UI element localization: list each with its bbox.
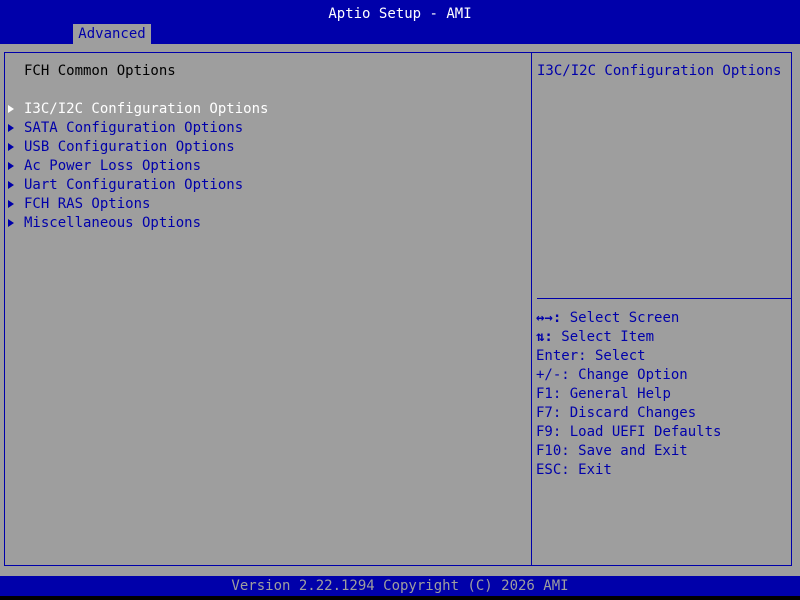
key-hint-exit: ESC: Exit — [536, 461, 790, 480]
menu-item-ac-power-loss[interactable]: Ac Power Loss Options — [0, 157, 528, 176]
key-hint-change-option: +/-: Change Option — [536, 366, 790, 385]
key-action: Discard Changes — [561, 405, 697, 421]
key-name: +/-: — [536, 367, 570, 383]
key-action: Exit — [569, 462, 612, 478]
menu-list: I3C/I2C Configuration Options SATA Confi… — [0, 100, 528, 233]
key-action: Select Screen — [561, 310, 680, 326]
key-name: ESC: — [536, 462, 570, 478]
submenu-arrow-icon — [8, 124, 14, 132]
app-title: Aptio Setup - AMI — [328, 6, 472, 22]
main-panel: FCH Common Options I3C/I2C Configuration… — [0, 44, 800, 576]
tab-advanced[interactable]: Advanced — [73, 24, 151, 44]
status-bar: Version 2.22.1294 Copyright (C) 2026 AMI — [0, 576, 800, 596]
key-hint-discard-changes: F7: Discard Changes — [536, 404, 790, 423]
menu-item-label: I3C/I2C Configuration Options — [24, 101, 269, 117]
menu-item-uart-configuration[interactable]: Uart Configuration Options — [0, 176, 528, 195]
submenu-arrow-icon — [8, 200, 14, 208]
key-hint-select-screen: ↔→: Select Screen — [536, 309, 790, 328]
menu-item-label: SATA Configuration Options — [24, 120, 244, 136]
menu-item-usb-configuration[interactable]: USB Configuration Options — [0, 138, 528, 157]
menu-item-label: Miscellaneous Options — [24, 215, 202, 231]
submenu-arrow-icon — [8, 162, 14, 170]
menu-item-label: FCH RAS Options — [24, 196, 151, 212]
key-action: Load UEFI Defaults — [561, 424, 722, 440]
key-name: ↔→: — [536, 310, 562, 326]
menu-item-fch-ras[interactable]: FCH RAS Options — [0, 195, 528, 214]
key-name: Enter: — [536, 348, 587, 364]
menu-item-label: Ac Power Loss Options — [24, 158, 202, 174]
title-bar: Aptio Setup - AMI Advanced — [0, 0, 800, 44]
key-hint-general-help: F1: General Help — [536, 385, 790, 404]
key-hint-enter: Enter: Select — [536, 347, 790, 366]
submenu-arrow-icon — [8, 219, 14, 227]
menu-item-label: USB Configuration Options — [24, 139, 235, 155]
help-text: I3C/I2C Configuration Options — [537, 63, 782, 79]
version-text: Version 2.22.1294 Copyright (C) 2026 AMI — [231, 578, 569, 594]
section-title: FCH Common Options — [24, 63, 176, 79]
key-legend: ↔→: Select Screen ⇅: Select Item Enter: … — [536, 309, 790, 480]
key-name: ⇅: — [536, 329, 553, 345]
key-action: General Help — [561, 386, 671, 402]
key-name: F7: — [536, 405, 562, 421]
menu-item-sata-configuration[interactable]: SATA Configuration Options — [0, 119, 528, 138]
menu-item-miscellaneous[interactable]: Miscellaneous Options — [0, 214, 528, 233]
menu-item-label: Uart Configuration Options — [24, 177, 244, 193]
help-divider — [537, 298, 791, 299]
key-hint-load-defaults: F9: Load UEFI Defaults — [536, 423, 790, 442]
key-action: Select Item — [552, 329, 655, 345]
key-hint-select-item: ⇅: Select Item — [536, 328, 790, 347]
menu-item-i3c-i2c-configuration[interactable]: I3C/I2C Configuration Options — [0, 100, 528, 119]
key-action: Change Option — [569, 367, 688, 383]
key-hint-save-exit: F10: Save and Exit — [536, 442, 790, 461]
submenu-arrow-icon — [8, 181, 14, 189]
submenu-arrow-icon — [8, 105, 14, 113]
key-name: F1: — [536, 386, 562, 402]
submenu-arrow-icon — [8, 143, 14, 151]
key-name: F10: — [536, 443, 570, 459]
key-action: Save and Exit — [569, 443, 688, 459]
key-name: F9: — [536, 424, 562, 440]
panel-divider — [531, 52, 532, 566]
key-action: Select — [586, 348, 646, 364]
